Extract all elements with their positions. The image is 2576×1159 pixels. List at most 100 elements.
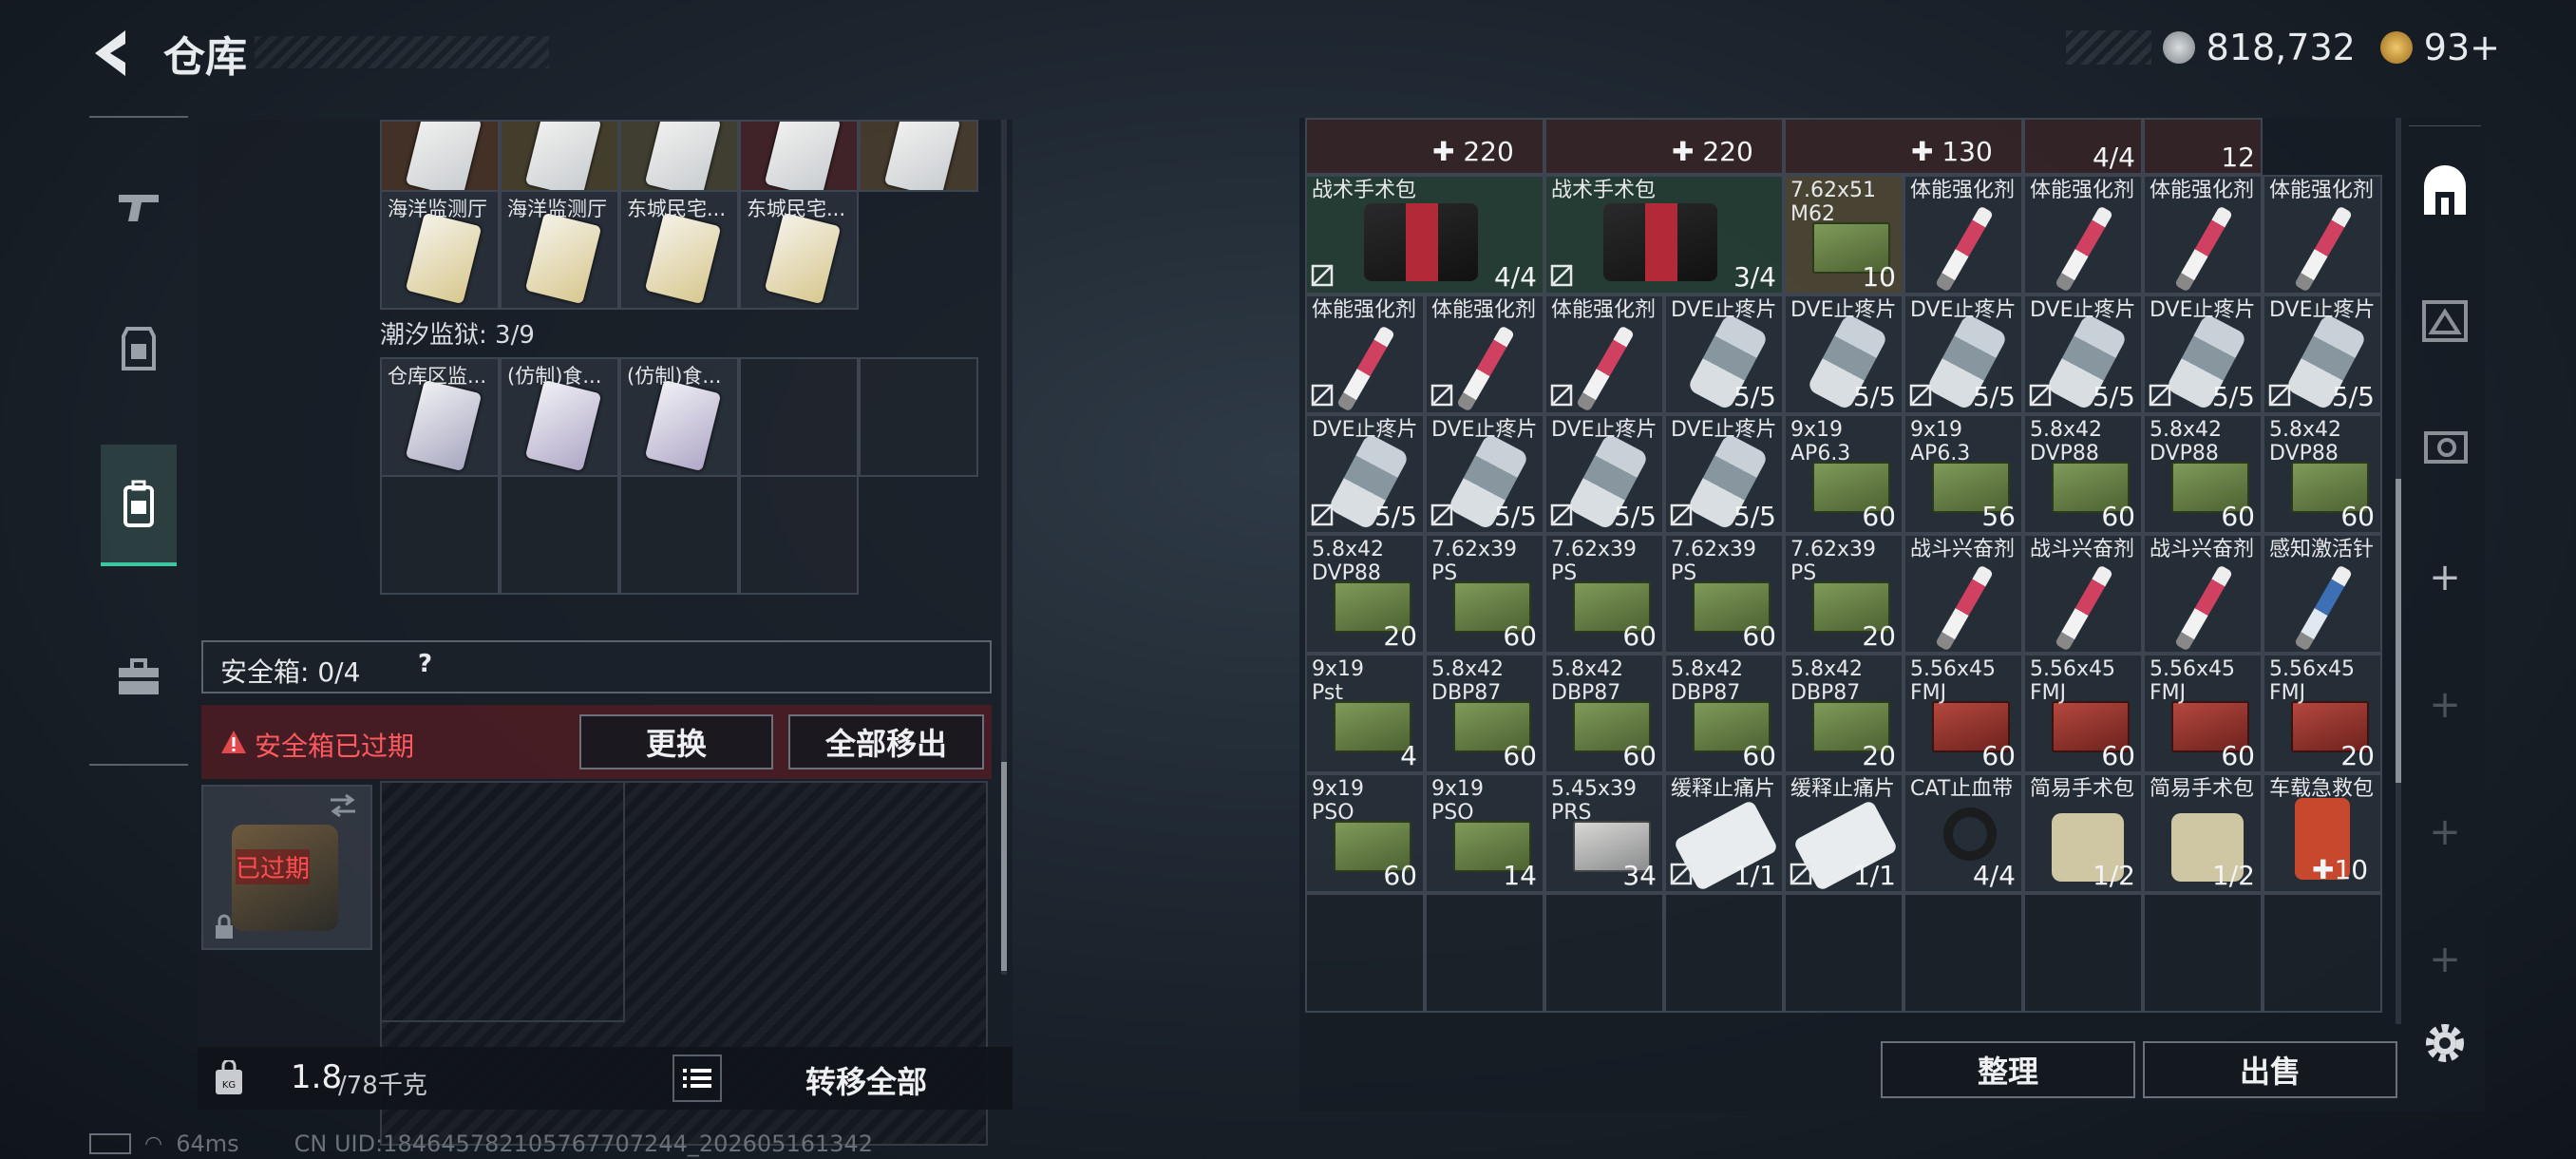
empty-slot[interactable] bbox=[1904, 893, 2023, 1013]
nav-weapons[interactable] bbox=[101, 154, 177, 258]
empty-slot[interactable] bbox=[1664, 893, 1784, 1013]
item-cell[interactable]: DVE止疼片 5/5 bbox=[1664, 294, 1784, 414]
item-cell[interactable]: 9x19 AP6.3 56 bbox=[1904, 414, 2023, 534]
item-cell[interactable]: 战术手术包 3/4 bbox=[1544, 175, 1784, 294]
item-cell[interactable]: 体能强化剂 bbox=[1544, 294, 1664, 414]
item-cell[interactable]: 5.56x45 FMJ 60 bbox=[1904, 654, 2023, 773]
item-cell[interactable]: 体能强化剂 bbox=[1904, 175, 2023, 294]
item-cell[interactable]: DVE止疼片 5/5 bbox=[1664, 414, 1784, 534]
item-cell[interactable]: 5.8x42 DBP87 60 bbox=[1664, 654, 1784, 773]
item-cell[interactable]: 9x19 PSO 60 bbox=[1305, 773, 1425, 893]
side-tab-2[interactable] bbox=[2409, 262, 2481, 376]
item-cell[interactable]: 5.8x42 DVP88 20 bbox=[1305, 534, 1425, 654]
add-tab-button[interactable]: + bbox=[2409, 902, 2481, 1016]
item-cell[interactable]: CAT止血带 4/4 bbox=[1904, 773, 2023, 893]
add-tab-button[interactable]: + bbox=[2409, 648, 2481, 762]
item-cell[interactable]: 9x19 Pst 4 bbox=[1305, 654, 1425, 773]
safebox-slot[interactable]: 已过期 bbox=[201, 785, 372, 950]
item-cell[interactable]: DVE止疼片 5/5 bbox=[2023, 294, 2143, 414]
keycard-cell[interactable]: 东城民宅... bbox=[739, 190, 859, 310]
add-tab-button[interactable]: + bbox=[2409, 775, 2481, 889]
empty-slot[interactable] bbox=[1425, 893, 1544, 1013]
gold-coin-amount[interactable]: 93+ bbox=[2424, 27, 2500, 68]
nav-backpack[interactable] bbox=[101, 445, 177, 566]
item-cell[interactable]: 战斗兴奋剂 bbox=[2023, 534, 2143, 654]
item-cell[interactable]: 车载急救包 ✚10 bbox=[2263, 773, 2382, 893]
item-cell[interactable]: 7.62x39 PS 20 bbox=[1784, 534, 1904, 654]
item-cell[interactable]: 5.8x42 DVP88 60 bbox=[2023, 414, 2143, 534]
list-view-button[interactable] bbox=[672, 1054, 722, 1102]
keycard-cell[interactable]: 东城民宅... bbox=[619, 190, 739, 310]
item-cell[interactable]: 7.62x39 PS 60 bbox=[1544, 534, 1664, 654]
keycard-cell[interactable]: (仿制)食... bbox=[500, 357, 619, 477]
add-tab-button[interactable]: + bbox=[2409, 521, 2481, 635]
item-cell[interactable]: DVE止疼片 5/5 bbox=[2263, 294, 2382, 414]
side-tab-3[interactable] bbox=[2409, 388, 2481, 502]
sort-button[interactable]: 整理 bbox=[1881, 1041, 2135, 1098]
empty-slot[interactable] bbox=[619, 475, 739, 595]
item-cell[interactable]: 体能强化剂 bbox=[2143, 175, 2263, 294]
empty-slot[interactable] bbox=[739, 475, 859, 595]
empty-slot[interactable] bbox=[2263, 893, 2382, 1013]
nav-armor[interactable] bbox=[101, 296, 177, 401]
item-cell[interactable]: 4/4 bbox=[2023, 118, 2143, 175]
empty-slot[interactable] bbox=[380, 475, 500, 595]
item-cell[interactable]: 5.8x42 DVP88 60 bbox=[2263, 414, 2382, 534]
item-cell[interactable]: 体能强化剂 bbox=[2263, 175, 2382, 294]
item-cell[interactable]: 体能强化剂 bbox=[2023, 175, 2143, 294]
item-cell[interactable]: 7.62x51 M62 10 bbox=[1784, 175, 1904, 294]
item-cell[interactable]: DVE止疼片 5/5 bbox=[2143, 294, 2263, 414]
swap-icon[interactable] bbox=[327, 792, 359, 819]
back-arrow-icon[interactable] bbox=[87, 27, 135, 80]
item-cell[interactable]: 5.8x42 DBP87 60 bbox=[1544, 654, 1664, 773]
empty-slot[interactable] bbox=[2143, 893, 2263, 1013]
keycard-cell[interactable]: 仓库区监... bbox=[380, 357, 500, 477]
keycard-cell[interactable]: (仿制)食... bbox=[619, 357, 739, 477]
help-icon[interactable]: ? bbox=[418, 650, 432, 678]
item-cell[interactable]: 7.62x39 PS 60 bbox=[1425, 534, 1544, 654]
move-all-out-button[interactable]: 全部移出 bbox=[788, 714, 984, 770]
item-cell[interactable]: DVE止疼片 5/5 bbox=[1784, 294, 1904, 414]
scrollbar-thumb[interactable] bbox=[1001, 762, 1007, 971]
item-cell[interactable]: DVE止疼片 5/5 bbox=[1544, 414, 1664, 534]
item-cell[interactable]: 感知激活针 bbox=[2263, 534, 2382, 654]
item-cell[interactable] bbox=[500, 120, 619, 192]
item-cell[interactable] bbox=[619, 120, 739, 192]
settings-gear-icon[interactable] bbox=[2420, 1018, 2470, 1072]
empty-slot[interactable] bbox=[1305, 893, 1425, 1013]
empty-slot[interactable] bbox=[2023, 893, 2143, 1013]
item-cell[interactable]: 5.56x45 FMJ 60 bbox=[2023, 654, 2143, 773]
sell-button[interactable]: 出售 bbox=[2143, 1041, 2397, 1098]
item-cell[interactable]: 战术手术包 4/4 bbox=[1305, 175, 1544, 294]
empty-slot[interactable] bbox=[1784, 893, 1904, 1013]
item-cell[interactable]: 12 bbox=[2143, 118, 2263, 175]
replace-button[interactable]: 更换 bbox=[579, 714, 773, 770]
item-cell[interactable]: ✚ 220 bbox=[1305, 118, 1544, 175]
item-cell[interactable]: 战斗兴奋剂 bbox=[2143, 534, 2263, 654]
nav-toolbox[interactable] bbox=[101, 625, 177, 730]
item-cell[interactable]: ✚ 130 bbox=[1784, 118, 2023, 175]
item-cell[interactable]: 9x19 AP6.3 60 bbox=[1784, 414, 1904, 534]
item-cell[interactable]: 5.8x42 DBP87 60 bbox=[1425, 654, 1544, 773]
item-cell[interactable]: 简易手术包 1/2 bbox=[2143, 773, 2263, 893]
item-cell[interactable]: 战斗兴奋剂 bbox=[1904, 534, 2023, 654]
item-cell[interactable]: 体能强化剂 bbox=[1425, 294, 1544, 414]
empty-slot[interactable] bbox=[859, 357, 978, 477]
storage-scrollbar-track[interactable] bbox=[2396, 118, 2401, 1024]
empty-slot[interactable] bbox=[500, 475, 619, 595]
item-cell[interactable]: 5.56x45 FMJ 20 bbox=[2263, 654, 2382, 773]
empty-slot[interactable] bbox=[739, 357, 859, 477]
item-cell[interactable]: 缓释止痛片 1/1 bbox=[1784, 773, 1904, 893]
item-cell[interactable] bbox=[380, 120, 500, 192]
side-tab-storage[interactable] bbox=[2409, 135, 2481, 249]
item-cell[interactable]: 7.62x39 PS 60 bbox=[1664, 534, 1784, 654]
storage-scrollbar-thumb[interactable] bbox=[2396, 479, 2401, 783]
empty-slot[interactable] bbox=[1544, 893, 1664, 1013]
keycard-cell[interactable]: 海洋监测厅 bbox=[500, 190, 619, 310]
item-cell[interactable] bbox=[859, 120, 978, 192]
item-cell[interactable]: DVE止疼片 5/5 bbox=[1904, 294, 2023, 414]
item-cell[interactable]: 5.8x42 DBP87 20 bbox=[1784, 654, 1904, 773]
safebox-slot-area[interactable] bbox=[382, 783, 625, 1022]
item-cell[interactable]: 5.56x45 FMJ 60 bbox=[2143, 654, 2263, 773]
item-cell[interactable]: ✚ 220 bbox=[1544, 118, 1784, 175]
